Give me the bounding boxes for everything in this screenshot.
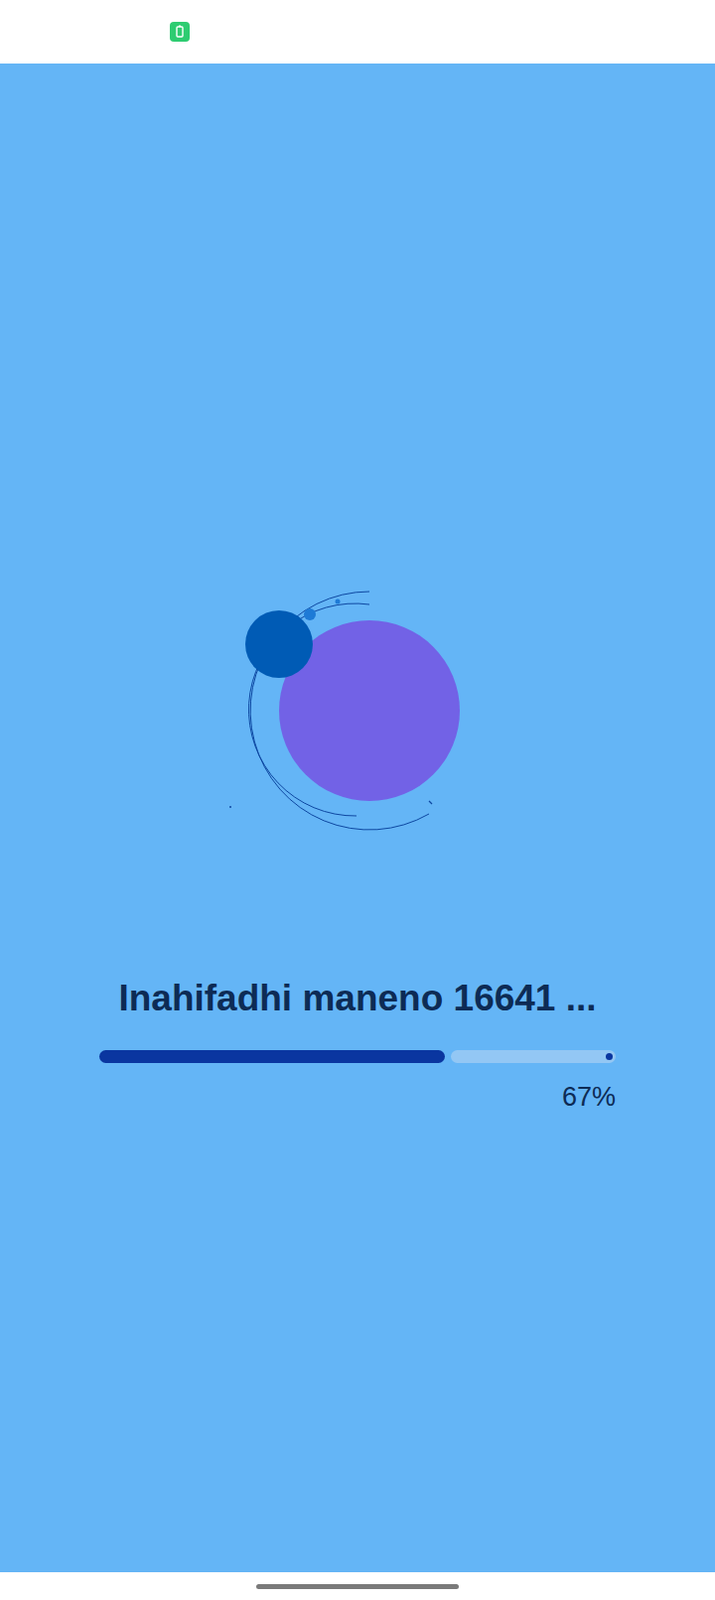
battery-saver-icon (169, 21, 190, 42)
status-text: Inahifadhi maneno 16641 ... (118, 977, 596, 1021)
home-handle[interactable] (256, 1584, 459, 1590)
navigation-bar (0, 1573, 715, 1600)
loading-illustration-icon (228, 571, 487, 840)
status-bar (0, 0, 715, 64)
app-screen: Inahifadhi maneno 16641 ... 67% (0, 0, 715, 1600)
progress-bar (99, 1050, 616, 1064)
progress-end-dot (605, 1053, 613, 1061)
progress-fill (99, 1050, 445, 1064)
progress-track (450, 1050, 616, 1064)
loading-panel: Inahifadhi maneno 16641 ... 67% (0, 63, 715, 1573)
progress-reading: 67% (99, 1081, 616, 1114)
